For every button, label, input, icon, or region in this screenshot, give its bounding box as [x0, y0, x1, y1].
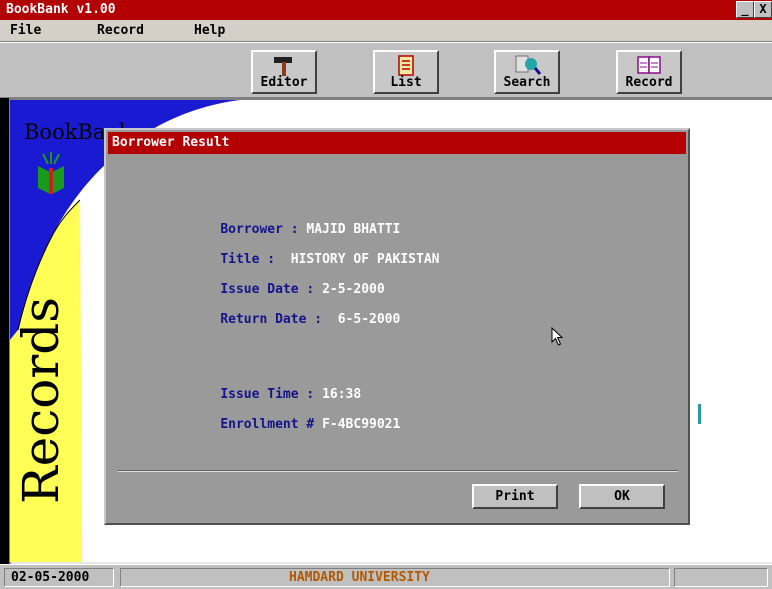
ok-button[interactable]: OK	[579, 484, 665, 509]
dialog-separator	[118, 470, 678, 472]
editor-button[interactable]: Editor	[251, 50, 317, 94]
search-label: Search	[503, 75, 551, 90]
borrower-result-dialog: Borrower Result Borrower : MAJID BHATTI …	[104, 128, 690, 525]
book-icon	[637, 56, 661, 74]
search-icon	[515, 55, 542, 75]
window-title: BookBank v1.00	[6, 2, 116, 17]
records-vertical-text: Records	[12, 297, 70, 504]
list-icon	[398, 55, 414, 76]
list-button[interactable]: List	[373, 50, 439, 94]
menu-help[interactable]: Help	[194, 23, 225, 38]
search-button[interactable]: Search	[494, 50, 560, 94]
editor-label: Editor	[260, 75, 308, 90]
title-value: HISTORY OF PAKISTAN	[290, 252, 440, 267]
book-logo-icon	[38, 152, 64, 194]
return-date-label: Return Date :	[220, 312, 338, 327]
enrollment-value: F-4BC99021	[322, 417, 401, 432]
list-label: List	[390, 75, 422, 90]
record-label: Record	[625, 75, 673, 90]
print-button[interactable]: Print	[472, 484, 558, 509]
menu-record[interactable]: Record	[97, 23, 144, 38]
window-titlebar: BookBank v1.00 _ X	[0, 0, 772, 20]
toolbar: Editor List Search Record	[0, 42, 772, 98]
mouse-cursor-icon	[551, 327, 564, 346]
dialog-title: Borrower Result	[108, 132, 686, 154]
title-label: Title :	[220, 252, 291, 267]
borrower-value: MAJID BHATTI	[306, 222, 401, 237]
status-organization: HAMDARD UNIVERSITY	[120, 568, 670, 587]
status-panel	[674, 568, 768, 587]
menu-bar: File Record Help	[0, 20, 772, 42]
close-button[interactable]: X	[754, 1, 772, 18]
return-date-row: Return Date : 6-5-2000	[189, 297, 400, 342]
return-date-value: 6-5-2000	[337, 312, 401, 327]
issue-time-value: 16:38	[322, 387, 362, 402]
teal-marker	[698, 404, 701, 424]
status-bar: 02-05-2000 HAMDARD UNIVERSITY	[0, 564, 772, 589]
enrollment-label: Enrollment #	[220, 417, 323, 432]
hammer-icon	[274, 57, 292, 76]
minimize-button[interactable]: _	[736, 1, 754, 18]
status-date: 02-05-2000	[4, 568, 114, 587]
issue-date-value: 2-5-2000	[322, 282, 385, 297]
borrower-label: Borrower :	[220, 222, 307, 237]
issue-date-label: Issue Date :	[220, 282, 323, 297]
enrollment-row: Enrollment # F-4BC99021	[189, 402, 400, 447]
issue-time-label: Issue Time :	[220, 387, 323, 402]
record-button[interactable]: Record	[616, 50, 682, 94]
menu-file[interactable]: File	[10, 23, 41, 38]
